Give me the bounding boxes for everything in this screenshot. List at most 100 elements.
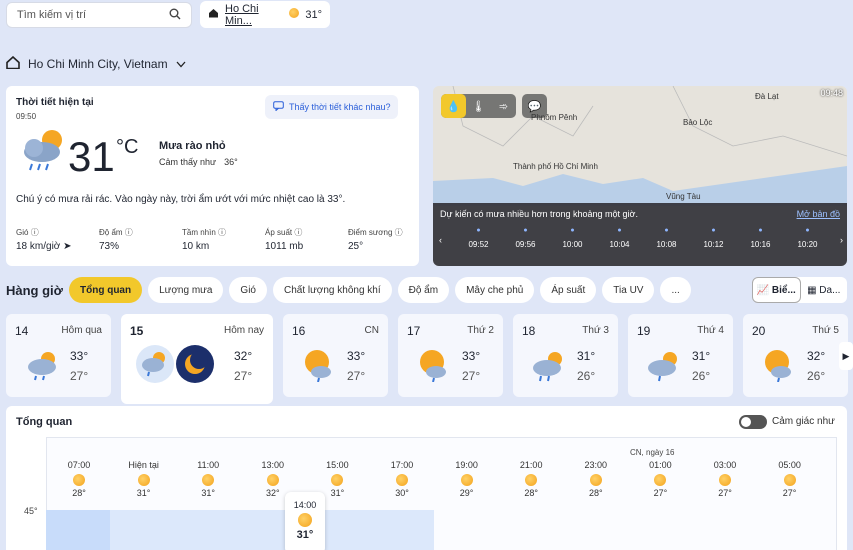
chart-view-button[interactable]: 📈 Biể... [752, 277, 801, 303]
tab-uv[interactable]: Tia UV [602, 277, 655, 303]
map-label: Bảo Lộc [683, 118, 713, 127]
hour-column[interactable]: 11:00 31° [180, 460, 236, 498]
weather-icon [460, 474, 474, 486]
hour-column[interactable]: Hiện tại 31° [116, 460, 172, 498]
hour-tooltip: 14:00 31° [285, 492, 325, 550]
hour-column[interactable]: 01:00 27° [632, 460, 688, 498]
map-label: Phnôm Pênh [531, 113, 578, 122]
day-card[interactable]: 18 Thứ 3 31° 26° [513, 314, 618, 397]
sun-cloud-icon [414, 348, 454, 385]
weather-icon [783, 474, 797, 486]
day-card[interactable]: 16 CN 33° 27° [283, 314, 388, 397]
wind-direction-icon: ➤ [63, 241, 72, 252]
view-switch: 📈 Biể... ▦ Da... [752, 277, 847, 303]
chevron-right-icon: ▶ [842, 350, 850, 361]
next-days-button[interactable]: ▶ [839, 342, 853, 370]
chevron-down-icon [176, 57, 186, 71]
day-card-selected[interactable]: 15 Hôm nay 32° 27° [121, 314, 273, 404]
current-weather-card: Thời tiết hiện tại 09:50 Thấy thời tiết … [6, 86, 419, 266]
hour-column[interactable]: 23:00 28° [568, 460, 624, 498]
info-icon: ⓘ [394, 228, 403, 237]
tab-overview[interactable]: Tổng quan [69, 277, 143, 303]
list-view-button[interactable]: ▦ Da... [801, 277, 848, 303]
current-description: Chú ý có mưa rải rác. Vào ngày này, trời… [16, 194, 346, 205]
map-time: 09:48 [820, 88, 843, 98]
open-map-link[interactable]: Mở bản đồ [797, 209, 840, 219]
day-card[interactable]: 19 Thứ 4 31° 26° [628, 314, 733, 397]
map-label: Thành phố Hồ Chí Minh [513, 162, 598, 171]
feels-like-toggle[interactable] [739, 415, 767, 429]
different-weather-label: Thấy thời tiết khác nhau? [289, 102, 391, 112]
overview-title: Tổng quan [16, 416, 73, 428]
rain-cloud-icon [644, 348, 684, 385]
hour-column[interactable]: 19:00 29° [439, 460, 495, 498]
tab-wind[interactable]: Gió [229, 277, 267, 303]
home-icon [208, 8, 219, 21]
chart-icon: 📈 [756, 284, 770, 296]
info-icon: ⓘ [294, 228, 303, 237]
metric-tabs: Tổng quan Lượng mưa Gió Chất lượng không… [69, 277, 691, 303]
rain-drops: ● ● ● ● ● ● ● ● [476, 227, 810, 234]
info-icon: ⓘ [218, 228, 227, 237]
precipitation-band [46, 510, 110, 550]
hourly-heading: Hàng giờ [6, 283, 63, 298]
current-condition: Mưa rào nhỏ [159, 140, 226, 152]
tab-more[interactable]: ... [660, 277, 691, 303]
map-layer-toolbar: 💧 🌡 ➾ [441, 94, 516, 118]
current-time: 09:50 [16, 112, 37, 121]
hour-column[interactable]: 07:00 28° [51, 460, 107, 498]
chevron-right-icon[interactable]: › [840, 235, 843, 245]
city-selector[interactable]: Ho Chi Minh City, Vietnam [6, 55, 186, 72]
stat-humidity: Độ ẩm ⓘ 73% [99, 228, 133, 252]
hour-column[interactable]: 21:00 28° [503, 460, 559, 498]
weather-icon [524, 474, 538, 486]
temperature-layer-icon[interactable]: 🌡 [466, 94, 491, 118]
weather-map[interactable]: 💧 🌡 ➾ 💬 09:48 Đà Lạt Phnôm Pênh Bảo Lộc … [433, 86, 847, 266]
temp-unit: °C [116, 136, 139, 158]
tab-cloud-cover[interactable]: Mây che phủ [455, 277, 535, 303]
weather-icon [266, 474, 280, 486]
day-card[interactable]: 20 Thứ 5 32° 26° [743, 314, 848, 397]
hour-column[interactable]: 05:00 27° [762, 460, 818, 498]
day-card[interactable]: 14 Hôm qua 33° 27° [6, 314, 111, 397]
tab-humidity[interactable]: Độ ẩm [397, 277, 450, 303]
rain-cloud-icon [16, 126, 68, 177]
day-header: CN, ngày 16 [630, 448, 675, 457]
wind-layer-icon[interactable]: ➾ [491, 94, 516, 118]
rain-cloud-icon [22, 348, 62, 385]
current-title: Thời tiết hiện tại [16, 97, 94, 108]
list-icon: ▦ [807, 284, 817, 296]
map-label: Đà Lạt [755, 92, 779, 101]
precipitation-layer-icon[interactable]: 💧 [441, 94, 466, 118]
stat-pressure: Áp suất ⓘ 1011 mb [265, 228, 304, 252]
info-icon: ⓘ [30, 228, 39, 237]
sun-cloud-icon [759, 348, 799, 385]
info-icon: ⓘ [124, 228, 133, 237]
saved-location-name: Ho Chi Min... [225, 2, 259, 27]
different-weather-button[interactable]: Thấy thời tiết khác nhau? [265, 95, 399, 119]
map-label: Vũng Tàu [666, 192, 701, 201]
rain-cloud-icon [529, 348, 569, 385]
search-box[interactable] [6, 2, 192, 28]
day-card[interactable]: 17 Thứ 2 33° 27° [398, 314, 503, 397]
tab-precipitation[interactable]: Lượng mưa [148, 277, 224, 303]
saved-location-temp: 31° [305, 8, 322, 21]
tab-pressure[interactable]: Áp suất [540, 277, 597, 303]
map-timeline[interactable]: 09:52 09:56 10:00 10:04 10:08 10:12 10:16 10:20 [455, 240, 831, 249]
overview-panel: Tổng quan Cảm giác như 45° CN, ngày 16 0… [6, 406, 847, 550]
chevron-left-icon[interactable]: ‹ [439, 235, 442, 245]
search-icon[interactable] [169, 8, 181, 23]
weather-icon [137, 474, 151, 486]
sun-cloud-icon [299, 348, 339, 385]
hour-column[interactable]: 17:00 30° [374, 460, 430, 498]
saved-location-chip[interactable]: Ho Chi Min... 31° [200, 1, 330, 28]
feels-like-toggle-label: Cảm giác như [772, 416, 835, 427]
map-forecast: Dự kiến có mưa nhiều hơn trong khoảng mộ… [440, 209, 638, 219]
weather-icon [653, 474, 667, 486]
hour-column[interactable]: 03:00 27° [697, 460, 753, 498]
feels-like: Cảm thấy như 36° [159, 157, 238, 167]
search-input[interactable] [17, 9, 169, 21]
stat-visibility: Tầm nhìn ⓘ 10 km [182, 228, 227, 252]
tab-air-quality[interactable]: Chất lượng không khí [272, 277, 392, 303]
chat-icon [273, 101, 284, 113]
